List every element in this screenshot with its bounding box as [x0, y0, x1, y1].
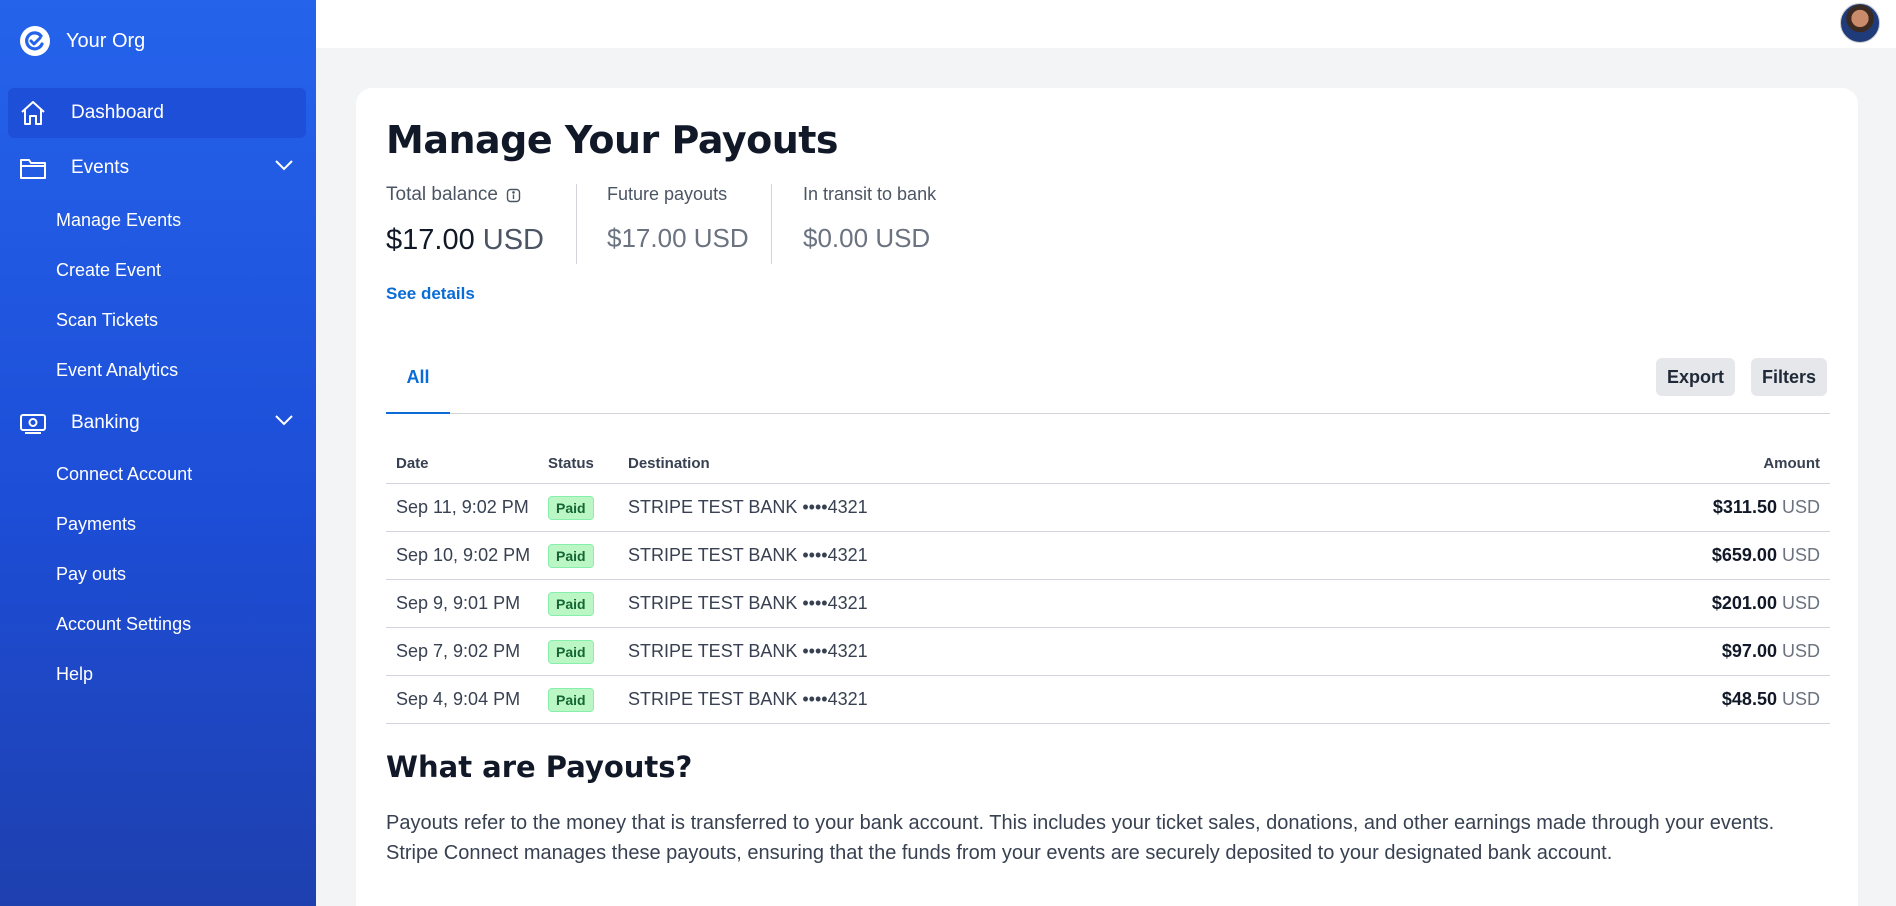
status-badge: Paid — [548, 687, 594, 712]
in-transit-label: In transit to bank — [803, 184, 937, 204]
divider — [771, 184, 772, 264]
payouts-table: Date Status Destination Amount Sep 11, 9… — [386, 444, 1830, 724]
sidebar-item-banking[interactable]: Banking — [8, 398, 306, 448]
tabs: All Export Filters — [386, 358, 1830, 414]
row-currency: USD — [1781, 497, 1820, 517]
money-icon — [18, 408, 48, 438]
payouts-card: Manage Your Payouts Total balance $17.00… — [356, 88, 1858, 906]
sidebar-item-manage-events[interactable]: Manage Events — [56, 210, 181, 231]
row-currency: USD — [1781, 545, 1820, 565]
row-amount: $311.50 — [1712, 497, 1777, 517]
sidebar-item-label: Dashboard — [71, 102, 164, 123]
table-row[interactable]: Sep 4, 9:04 PM Paid STRIPE TEST BANK •••… — [386, 676, 1830, 724]
sidebar-item-event-analytics[interactable]: Event Analytics — [56, 360, 178, 381]
sidebar-item-account-settings[interactable]: Account Settings — [56, 614, 191, 635]
sidebar-item-label: Banking — [71, 412, 140, 433]
row-destination: STRIPE TEST BANK ••••4321 — [628, 689, 868, 709]
status-badge: Paid — [548, 591, 594, 616]
table-row[interactable]: Sep 9, 9:01 PM Paid STRIPE TEST BANK •••… — [386, 580, 1830, 628]
brand-logo-icon — [20, 26, 50, 56]
row-amount: $659.00 — [1711, 545, 1777, 565]
sidebar: Your Org Dashboard Events Manage Events … — [0, 0, 316, 906]
sidebar-item-scan-tickets[interactable]: Scan Tickets — [56, 310, 158, 331]
row-date: Sep 10, 9:02 PM — [396, 545, 531, 565]
section-body: Payouts refer to the money that is trans… — [386, 812, 1775, 864]
sidebar-item-help[interactable]: Help — [56, 664, 93, 685]
row-destination: STRIPE TEST BANK ••••4321 — [628, 641, 868, 661]
sidebar-item-label: Events — [71, 157, 130, 178]
section-title: What are Payouts? — [386, 750, 693, 784]
row-date: Sep 11, 9:02 PM — [396, 497, 529, 517]
row-date: Sep 7, 9:02 PM — [396, 641, 521, 661]
info-icon[interactable] — [506, 188, 521, 203]
row-date: Sep 9, 9:01 PM — [396, 593, 521, 613]
in-transit-currency: USD — [875, 223, 931, 253]
column-header-amount[interactable]: Amount — [1530, 455, 1830, 472]
sidebar-item-payments[interactable]: Payments — [56, 514, 136, 535]
row-currency: USD — [1781, 641, 1820, 661]
row-date: Sep 4, 9:04 PM — [396, 689, 521, 709]
status-badge: Paid — [548, 543, 594, 568]
status-badge: Paid — [548, 495, 594, 520]
see-details-link[interactable]: See details — [386, 284, 475, 304]
future-payouts-stat: Future payouts $17.00 USD — [607, 184, 749, 254]
row-amount: $201.00 — [1711, 593, 1777, 613]
topbar — [316, 0, 1896, 48]
divider — [576, 184, 577, 264]
future-payouts-currency: USD — [693, 223, 749, 253]
status-badge: Paid — [548, 639, 594, 664]
total-balance-stat: Total balance $17.00 USD — [386, 184, 544, 257]
table-header: Date Status Destination Amount — [386, 444, 1830, 484]
total-balance-value: $17.00 — [386, 224, 475, 256]
brand[interactable]: Your Org — [20, 26, 145, 56]
avatar[interactable] — [1840, 3, 1880, 43]
future-payouts-label: Future payouts — [607, 184, 728, 204]
sidebar-item-payouts[interactable]: Pay outs — [56, 564, 126, 585]
table-row[interactable]: Sep 7, 9:02 PM Paid STRIPE TEST BANK •••… — [386, 628, 1830, 676]
row-currency: USD — [1781, 689, 1820, 709]
row-destination: STRIPE TEST BANK ••••4321 — [628, 497, 868, 517]
total-balance-currency: USD — [482, 224, 544, 256]
row-currency: USD — [1781, 593, 1820, 613]
table-row[interactable]: Sep 11, 9:02 PM Paid STRIPE TEST BANK ••… — [386, 484, 1830, 532]
chevron-down-icon — [274, 158, 294, 176]
column-header-status[interactable]: Status — [548, 455, 628, 472]
column-header-destination[interactable]: Destination — [628, 455, 1530, 472]
sidebar-item-events[interactable]: Events — [8, 143, 306, 193]
home-icon — [18, 98, 48, 128]
table-row[interactable]: Sep 10, 9:02 PM Paid STRIPE TEST BANK ••… — [386, 532, 1830, 580]
in-transit-stat: In transit to bank $0.00 USD — [803, 184, 936, 254]
future-payouts-value: $17.00 — [607, 223, 687, 253]
brand-name: Your Org — [66, 29, 146, 52]
sidebar-item-create-event[interactable]: Create Event — [56, 260, 161, 281]
filters-button[interactable]: Filters — [1751, 358, 1828, 396]
total-balance-label: Total balance — [386, 184, 498, 205]
column-header-date[interactable]: Date — [386, 455, 548, 472]
sidebar-item-connect-account[interactable]: Connect Account — [56, 464, 192, 485]
sidebar-item-dashboard[interactable]: Dashboard — [8, 88, 306, 138]
tab-all[interactable]: All — [386, 358, 450, 414]
folder-icon — [18, 153, 48, 183]
row-amount: $48.50 — [1721, 689, 1777, 709]
page-title: Manage Your Payouts — [386, 118, 839, 162]
chevron-down-icon — [274, 413, 294, 431]
in-transit-value: $0.00 — [803, 223, 869, 253]
row-destination: STRIPE TEST BANK ••••4321 — [628, 593, 868, 613]
export-button[interactable]: Export — [1656, 358, 1736, 396]
row-amount: $97.00 — [1721, 641, 1777, 661]
row-destination: STRIPE TEST BANK ••••4321 — [628, 545, 868, 565]
